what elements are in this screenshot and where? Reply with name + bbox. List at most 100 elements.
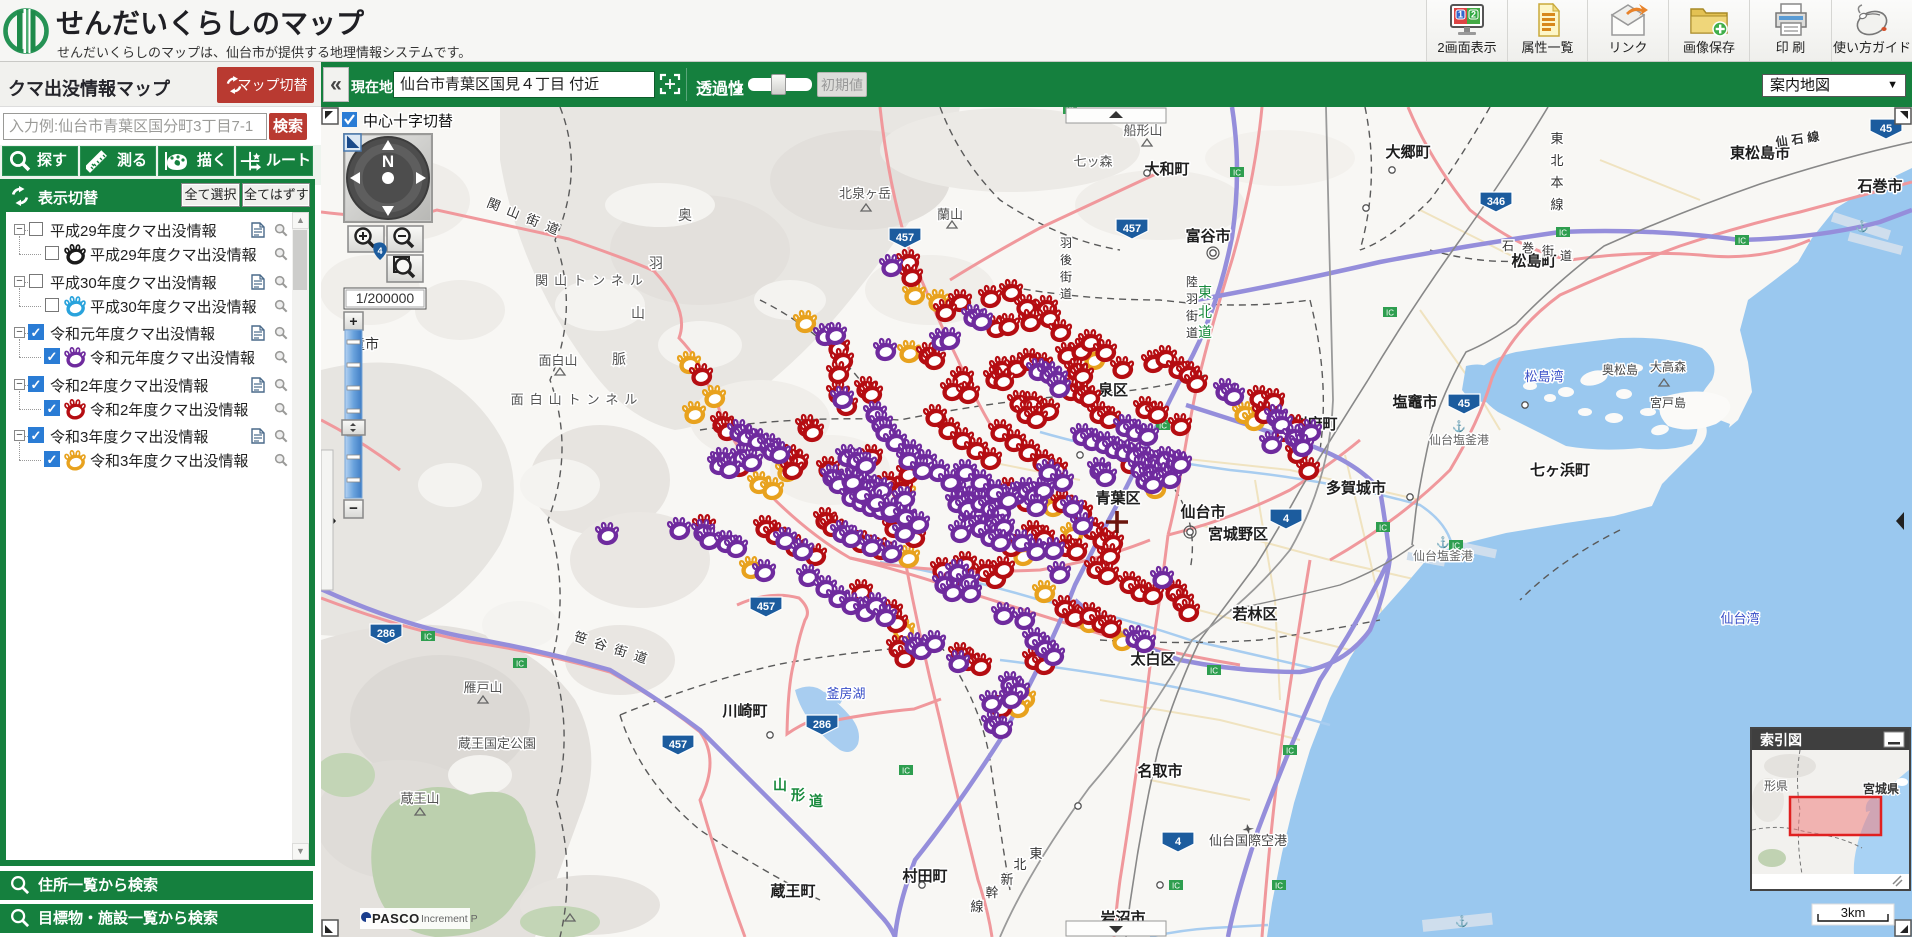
svg-text:IC: IC <box>1379 524 1387 533</box>
svg-text:七ヶ浜町: 七ヶ浜町 <box>1530 461 1590 479</box>
svg-text:大高森: 大高森 <box>1650 359 1686 374</box>
svg-text:泉区: 泉区 <box>1097 381 1128 399</box>
svg-text:道: 道 <box>1060 287 1072 301</box>
svg-text:IC: IC <box>1233 169 1241 178</box>
svg-text:大和町: 大和町 <box>1144 160 1189 178</box>
svg-text:IC: IC <box>1559 229 1567 238</box>
svg-text:IC: IC <box>1286 747 1294 756</box>
svg-text:⚓: ⚓ <box>1455 915 1469 928</box>
svg-text:仙台塩釜港: 仙台塩釜港 <box>1413 548 1473 563</box>
svg-text:北: 北 <box>1013 857 1026 872</box>
svg-text:道: 道 <box>1198 324 1212 340</box>
svg-text:IC: IC <box>1738 237 1746 246</box>
svg-text:1: 1 <box>1458 10 1463 20</box>
svg-text:PASCO: PASCO <box>372 911 420 926</box>
svg-text:脈: 脈 <box>612 351 626 367</box>
svg-text:IC: IC <box>1210 667 1218 676</box>
svg-text:IC: IC <box>424 633 432 642</box>
svg-text:陸: 陸 <box>1186 275 1198 289</box>
svg-text:宮戸島: 宮戸島 <box>1650 395 1686 410</box>
svg-text:形: 形 <box>791 787 805 803</box>
svg-text:釜房湖: 釜房湖 <box>826 686 865 701</box>
svg-text:4: 4 <box>377 246 382 256</box>
svg-text:3km: 3km <box>1841 905 1866 920</box>
svg-text:幹: 幹 <box>985 885 998 900</box>
svg-text:45: 45 <box>1880 123 1892 135</box>
svg-text:+: + <box>349 313 357 329</box>
svg-text:457: 457 <box>1123 223 1141 235</box>
svg-text:45: 45 <box>1458 398 1470 410</box>
svg-text:村田町: 村田町 <box>902 867 947 885</box>
svg-text:道: 道 <box>809 793 823 809</box>
svg-text:457: 457 <box>896 232 914 244</box>
svg-text:富谷市: 富谷市 <box>1185 227 1230 245</box>
svg-text:道: 道 <box>1560 249 1572 263</box>
svg-text:457: 457 <box>669 739 687 751</box>
svg-text:仙台塩釜港: 仙台塩釜港 <box>1429 432 1489 447</box>
svg-text:IC: IC <box>1275 882 1283 891</box>
svg-text:蔵王国定公園: 蔵王国定公園 <box>458 736 536 751</box>
svg-text:巻: 巻 <box>1522 241 1534 255</box>
svg-text:索引図: 索引図 <box>1760 732 1802 748</box>
svg-text:街: 街 <box>1186 309 1198 323</box>
svg-text:新: 新 <box>1000 872 1013 887</box>
svg-text:面白山トンネル: 面白山トンネル <box>511 392 644 407</box>
svg-text:⚓: ⚓ <box>1452 420 1466 433</box>
svg-text:N: N <box>382 152 394 171</box>
svg-text:IC: IC <box>902 767 910 776</box>
svg-text:東: 東 <box>1550 131 1563 146</box>
svg-text:Increment P: Increment P <box>421 913 478 925</box>
svg-text:塩竈市: 塩竈市 <box>1392 393 1437 411</box>
svg-text:青葉区: 青葉区 <box>1095 489 1140 507</box>
svg-text:4: 4 <box>1283 513 1290 525</box>
svg-text:仙台湾: 仙台湾 <box>1720 611 1759 626</box>
svg-text:大郷町: 大郷町 <box>1385 143 1430 161</box>
svg-text:宮城野区: 宮城野区 <box>1208 525 1268 543</box>
svg-text:蘭山: 蘭山 <box>937 207 963 222</box>
svg-text:石: 石 <box>1502 239 1514 253</box>
svg-text:太白区: 太白区 <box>1130 650 1175 668</box>
svg-text:後: 後 <box>1060 253 1072 267</box>
svg-text:七ッ森: 七ッ森 <box>1073 154 1112 169</box>
svg-text:道: 道 <box>1186 326 1198 340</box>
svg-text:⚓: ⚓ <box>1436 536 1450 549</box>
svg-text:多賀城市: 多賀城市 <box>1326 479 1386 497</box>
svg-text:羽: 羽 <box>1186 292 1198 306</box>
svg-text:線: 線 <box>1550 197 1563 212</box>
svg-text:中心十字切替: 中心十字切替 <box>363 113 453 130</box>
svg-text:宮城県: 宮城県 <box>1863 781 1899 796</box>
svg-text:2: 2 <box>1471 10 1476 20</box>
svg-text:1/200000: 1/200000 <box>356 290 415 306</box>
svg-text:奥: 奥 <box>678 207 692 223</box>
svg-text:北: 北 <box>1550 153 1563 168</box>
svg-text:本: 本 <box>1550 175 1563 190</box>
svg-text:羽: 羽 <box>1060 236 1072 250</box>
svg-text:蔵王町: 蔵王町 <box>770 882 815 900</box>
svg-text:若林区: 若林区 <box>1231 605 1277 623</box>
svg-text:街: 街 <box>1542 244 1554 258</box>
svg-text:羽: 羽 <box>649 255 663 271</box>
svg-text:IC: IC <box>1172 882 1180 891</box>
svg-text:−: − <box>349 500 358 517</box>
svg-text:4: 4 <box>1175 836 1182 848</box>
svg-text:346: 346 <box>1487 196 1505 208</box>
svg-text:IC: IC <box>1386 309 1394 318</box>
svg-text:457: 457 <box>757 601 775 613</box>
svg-text:IC: IC <box>516 660 524 669</box>
svg-text:山: 山 <box>773 777 787 793</box>
svg-text:形県: 形県 <box>1764 779 1788 793</box>
svg-text:面白山: 面白山 <box>538 353 577 368</box>
svg-text:仙台市: 仙台市 <box>1180 503 1225 521</box>
svg-text:286: 286 <box>813 719 831 731</box>
svg-text:街: 街 <box>1060 270 1072 284</box>
svg-text:線: 線 <box>970 899 983 914</box>
svg-text:北: 北 <box>1198 304 1212 320</box>
svg-text:東: 東 <box>1029 846 1042 861</box>
svg-text:雁戸山: 雁戸山 <box>463 680 502 695</box>
svg-text:川崎町: 川崎町 <box>721 703 767 720</box>
svg-text:東: 東 <box>1198 284 1212 300</box>
svg-text:石巻市: 石巻市 <box>1856 177 1902 195</box>
svg-text:松島湾: 松島湾 <box>1524 369 1563 384</box>
svg-text:船形山: 船形山 <box>1123 123 1162 138</box>
svg-text:仙台国際空港: 仙台国際空港 <box>1209 833 1287 848</box>
